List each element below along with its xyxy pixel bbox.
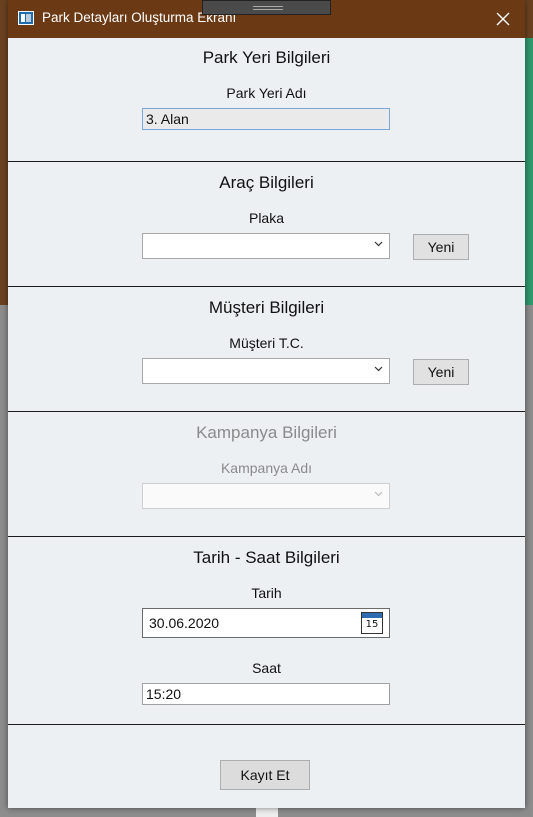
park-name-label: Park Yeri Adı (226, 85, 307, 101)
chevron-down-icon (374, 241, 383, 247)
park-details-window: Park Detayları Oluşturma Ekranı Park Yer… (8, 0, 525, 808)
close-icon (496, 12, 510, 26)
calendar-header (362, 613, 382, 618)
background-tab (256, 808, 278, 817)
vehicle-section-title: Araç Bilgileri (219, 173, 314, 192)
new-vehicle-button[interactable]: Yeni (413, 234, 469, 260)
drag-handle[interactable] (202, 0, 331, 15)
park-section-title: Park Yeri Bilgileri (202, 48, 331, 67)
save-button[interactable]: Kayıt Et (220, 760, 310, 790)
calendar-day: 15 (365, 619, 379, 630)
section-divider (8, 411, 525, 412)
section-divider (8, 161, 525, 162)
customer-section-title: Müşteri Bilgileri (208, 298, 325, 317)
date-label: Tarih (251, 585, 282, 601)
close-button[interactable] (488, 4, 518, 34)
plate-label: Plaka (248, 210, 285, 226)
date-picker[interactable]: 30.06.2020 15 (142, 608, 390, 638)
section-divider (8, 536, 525, 537)
new-customer-button[interactable]: Yeni (413, 359, 469, 385)
section-divider (8, 724, 525, 725)
time-field[interactable]: 15:20 (142, 683, 390, 705)
customer-id-label: Müşteri T.C. (229, 335, 304, 351)
calendar-icon[interactable]: 15 (361, 612, 383, 634)
campaign-name-label: Kampanya Adı (220, 460, 313, 476)
customer-id-combobox[interactable] (142, 358, 390, 384)
time-label: Saat (252, 660, 281, 676)
datetime-section-title: Tarih - Saat Bilgileri (193, 548, 340, 567)
window-app-icon (18, 11, 34, 25)
desktop-background-accent (525, 38, 533, 305)
campaign-section-title: Kampanya Bilgileri (196, 423, 337, 442)
park-name-field[interactable]: 3. Alan (142, 108, 390, 130)
plate-combobox[interactable] (142, 233, 390, 259)
section-divider (8, 286, 525, 287)
chevron-down-icon (374, 366, 383, 372)
date-value: 30.06.2020 (149, 615, 220, 631)
chevron-down-icon (374, 491, 383, 497)
campaign-combobox (142, 483, 390, 509)
